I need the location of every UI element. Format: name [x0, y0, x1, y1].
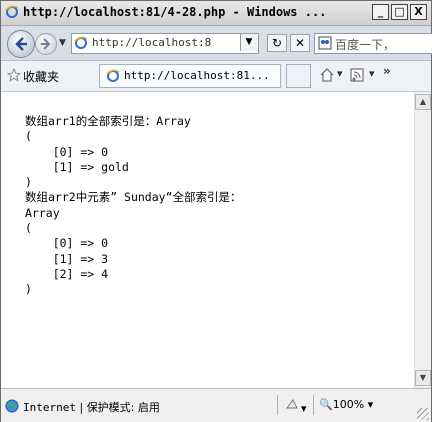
baidu-search-icon [318, 36, 332, 50]
feed-icon [350, 68, 364, 82]
scroll-up-button[interactable]: ▲ [415, 94, 431, 110]
output-line: 数组arr1的全部索引是：Array [25, 114, 191, 128]
search-box[interactable]: 百度一下， [314, 33, 432, 54]
address-bar[interactable]: http://localhost:8 [71, 33, 259, 54]
back-arrow-icon [15, 37, 27, 51]
resize-grip[interactable] [417, 408, 429, 420]
window-title: http://localhost:81/4-28.php - Windows .… [23, 5, 327, 19]
page-content: 数组arr1的全部索引是：Array ( [0] => 0 [1] => gol… [1, 92, 414, 388]
output-line: ( [25, 129, 32, 144]
back-button[interactable] [7, 30, 35, 58]
scroll-down-button[interactable]: ▼ [415, 370, 431, 386]
tab-title: http://localhost:81... [124, 69, 270, 82]
new-tab-button[interactable] [286, 64, 311, 88]
favorites-bar: 收藏夹 http://localhost:81... ▾ ▾ » [1, 61, 431, 92]
output-line: 数组arr2中元素” Sunday“全部索引是： [25, 190, 242, 205]
output-line: [2] => 4 [25, 266, 109, 281]
php-output: 数组arr1的全部索引是：Array ( [0] => 0 [1] => gol… [25, 114, 242, 298]
feeds-dropdown[interactable]: ▾ [369, 67, 375, 85]
zone-label: Internet [23, 401, 76, 414]
home-button[interactable] [319, 67, 335, 85]
zoom-level: 100% [332, 398, 365, 411]
stop-button[interactable]: ✕ [290, 34, 310, 52]
page-icon [106, 69, 120, 82]
close-button[interactable]: X [410, 4, 427, 20]
output-line: Array [25, 205, 60, 220]
output-line: [1] => gold [25, 159, 129, 174]
status-divider [277, 395, 278, 415]
output-line: ( [25, 221, 32, 236]
favorites-star-icon [7, 68, 21, 82]
more-commands-chevron[interactable]: » [383, 64, 391, 82]
vertical-scrollbar[interactable]: ▲ ▼ [414, 92, 431, 388]
status-divider [313, 395, 314, 415]
output-line: [0] => 0 [25, 144, 109, 159]
history-dropdown[interactable]: ▼ [59, 38, 66, 48]
output-line: ) [25, 175, 32, 190]
search-placeholder: 百度一下， [335, 38, 396, 52]
maximize-button[interactable]: □ [391, 4, 408, 20]
forward-button[interactable] [35, 33, 57, 55]
home-dropdown[interactable]: ▾ [337, 67, 343, 85]
output-line: ) [25, 282, 32, 297]
notifications-button[interactable]: ▾ [285, 398, 307, 415]
title-bar: http://localhost:81/4-28.php - Windows .… [1, 1, 431, 26]
output-line: [0] => 0 [25, 236, 109, 251]
tab-current-page[interactable]: http://localhost:81... [99, 64, 281, 88]
zoom-control[interactable]: 🔍100% ▾ [319, 398, 373, 414]
refresh-button[interactable]: ↻ [267, 34, 287, 52]
ie-page-icon [5, 5, 19, 18]
favorites-label[interactable]: 收藏夹 [23, 68, 59, 85]
navigation-bar: ▼ http://localhost:8 ▼ ↻ ✕ 百度一下， [1, 26, 432, 61]
page-icon [74, 36, 88, 49]
security-zone: Internet | 保护模式: 启用 [23, 401, 160, 414]
address-text: http://localhost:8 [92, 36, 212, 49]
notifications-icon [286, 399, 298, 409]
window-controls: _ □ X [370, 4, 427, 20]
forward-arrow-icon [41, 38, 51, 50]
protected-mode-label: 保护模式: 启用 [86, 401, 160, 414]
browser-window: http://localhost:81/4-28.php - Windows .… [0, 0, 432, 422]
status-bar: Internet | 保护模式: 启用 ▾ 🔍100% ▾ [1, 388, 431, 422]
minimize-button[interactable]: _ [372, 4, 389, 20]
address-dropdown[interactable]: ▼ [240, 34, 257, 51]
internet-globe-icon [5, 399, 19, 413]
output-line: [1] => 3 [25, 251, 109, 266]
home-icon [320, 68, 334, 82]
feeds-button[interactable] [349, 67, 365, 85]
